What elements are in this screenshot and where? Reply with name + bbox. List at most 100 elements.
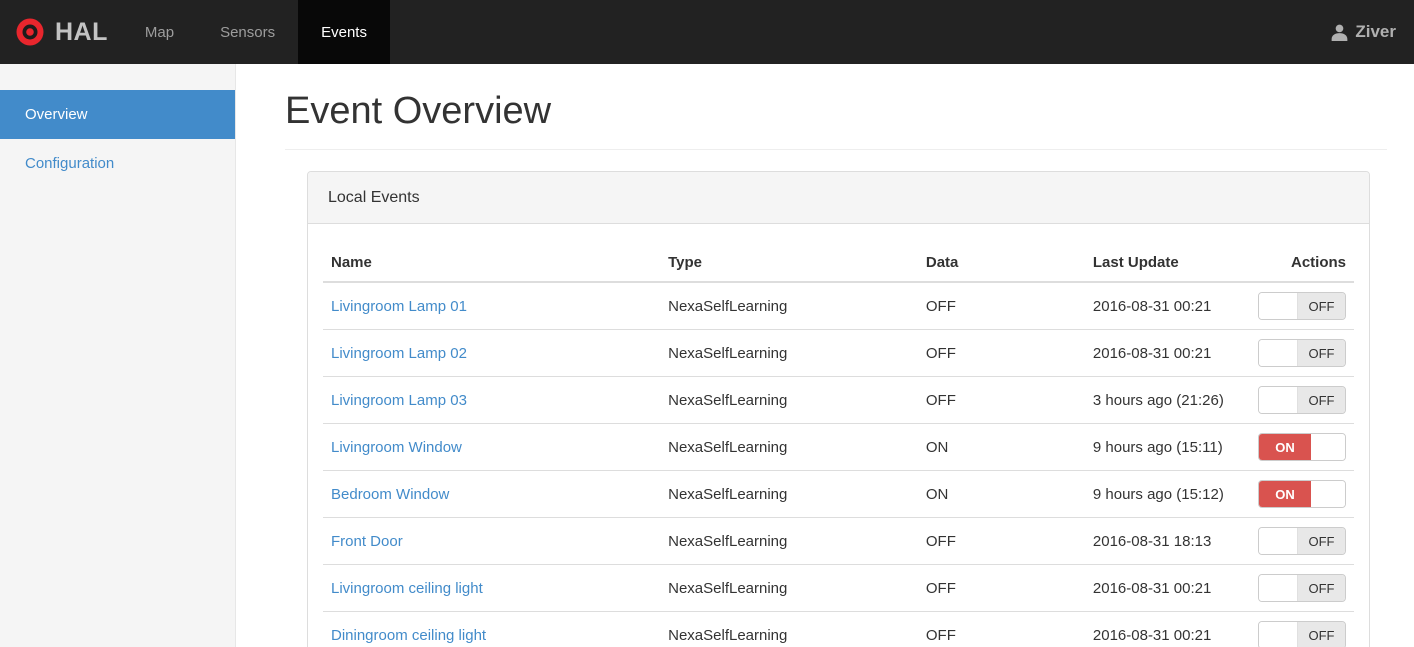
- event-name-link[interactable]: Livingroom Window: [331, 439, 462, 456]
- column-header-last-update: Last Update: [1084, 244, 1249, 283]
- toggle-knob: [1259, 293, 1298, 319]
- toggle-state-label: OFF: [1298, 340, 1345, 366]
- power-toggle[interactable]: OFF: [1258, 621, 1346, 647]
- sidebar: Overview Configuration: [0, 64, 236, 647]
- event-data: ON: [917, 470, 1085, 518]
- event-type: NexaSelfLearning: [660, 611, 918, 647]
- event-name-link[interactable]: Livingroom Lamp 03: [331, 392, 467, 409]
- power-toggle[interactable]: OFF: [1258, 339, 1346, 367]
- table-row: Bedroom Window NexaSelfLearning ON 9 hours …: [323, 470, 1354, 518]
- table-row: Livingroom Lamp 03 NexaSelfLearning OFF 3 h…: [323, 376, 1354, 424]
- toggle-knob: [1311, 434, 1345, 460]
- event-name-cell: Livingroom ceiling light: [323, 564, 661, 612]
- event-actions-cell: OFF: [1248, 517, 1354, 565]
- event-name-link[interactable]: Livingroom ceiling light: [331, 580, 483, 597]
- column-header-data: Data: [917, 244, 1085, 283]
- event-data: OFF: [917, 517, 1085, 565]
- event-name-link[interactable]: Bedroom Window: [331, 486, 449, 503]
- sidebar-item-configuration[interactable]: Configuration: [0, 139, 235, 188]
- event-name-cell: Bedroom Window: [323, 470, 661, 518]
- event-data: OFF: [917, 376, 1085, 424]
- event-last-update: 2016-08-31 00:21: [1084, 329, 1249, 377]
- user-name: Ziver: [1355, 22, 1396, 41]
- event-name-cell: Livingroom Lamp 02: [323, 329, 661, 377]
- power-toggle[interactable]: ON: [1258, 433, 1346, 461]
- toggle-knob: [1311, 481, 1345, 507]
- power-toggle[interactable]: OFF: [1258, 386, 1346, 414]
- event-last-update: 9 hours ago (15:11): [1084, 423, 1249, 471]
- toggle-state-label: OFF: [1298, 622, 1345, 647]
- column-header-actions: Actions: [1248, 244, 1354, 283]
- event-name-cell: Diningroom ceiling light: [323, 611, 661, 647]
- toggle-state-label: ON: [1259, 434, 1311, 460]
- event-last-update: 2016-08-31 00:21: [1084, 281, 1249, 330]
- main-content: Event Overview Local Events Name Type Da…: [236, 64, 1414, 647]
- event-actions-cell: OFF: [1248, 281, 1354, 330]
- event-type: NexaSelfLearning: [660, 517, 918, 565]
- event-name-cell: Livingroom Lamp 03: [323, 376, 661, 424]
- power-toggle[interactable]: ON: [1258, 480, 1346, 508]
- event-name-link[interactable]: Front Door: [331, 533, 403, 550]
- column-header-type: Type: [660, 244, 918, 283]
- events-table: Name Type Data Last Update Actions Livin…: [323, 244, 1354, 647]
- column-header-name: Name: [323, 244, 661, 283]
- navbar-menu: Map Sensors Events: [122, 0, 390, 64]
- table-row: Livingroom ceiling light NexaSelfLearning…: [323, 564, 1354, 612]
- event-last-update: 3 hours ago (21:26): [1084, 376, 1249, 424]
- event-name-link[interactable]: Livingroom Lamp 02: [331, 345, 467, 362]
- user-silhouette-icon: [1331, 24, 1348, 41]
- event-type: NexaSelfLearning: [660, 376, 918, 424]
- event-data: OFF: [917, 329, 1085, 377]
- event-data: ON: [917, 423, 1085, 471]
- sidebar-item-overview[interactable]: Overview: [0, 90, 235, 139]
- local-events-panel: Local Events Name Type Data Last Update …: [307, 171, 1370, 647]
- event-name-cell: Livingroom Window: [323, 423, 661, 471]
- page-title: Event Overview: [285, 90, 552, 132]
- table-row: Livingroom Window NexaSelfLearning ON 9 hou…: [323, 423, 1354, 471]
- nav-item-map[interactable]: Map: [122, 0, 197, 64]
- power-toggle[interactable]: OFF: [1258, 527, 1346, 555]
- panel-body: Name Type Data Last Update Actions Livin…: [308, 224, 1369, 647]
- events-table-body: Livingroom Lamp 01 NexaSelfLearning OFF 201…: [323, 281, 1354, 647]
- event-name-cell: Front Door: [323, 517, 661, 565]
- toggle-knob: [1259, 528, 1298, 554]
- table-row: Livingroom Lamp 02 NexaSelfLearning OFF 201…: [323, 329, 1354, 377]
- toggle-knob: [1259, 340, 1298, 366]
- hal-logo-icon: [15, 17, 45, 47]
- power-toggle[interactable]: OFF: [1258, 292, 1346, 320]
- panel-wrapper: Local Events Name Type Data Last Update …: [307, 171, 1370, 647]
- event-name-link[interactable]: Livingroom Lamp 01: [331, 298, 467, 315]
- table-row: Livingroom Lamp 01 NexaSelfLearning OFF 201…: [323, 281, 1354, 330]
- events-table-head: Name Type Data Last Update Actions: [323, 244, 1354, 283]
- toggle-state-label: OFF: [1298, 575, 1345, 601]
- event-actions-cell: OFF: [1248, 376, 1354, 424]
- event-name-cell: Livingroom Lamp 01: [323, 281, 661, 330]
- toggle-state-label: OFF: [1298, 293, 1345, 319]
- event-last-update: 2016-08-31 18:13: [1084, 517, 1249, 565]
- page-layout: Overview Configuration Event Overview Lo…: [0, 64, 1414, 647]
- table-row: Front Door NexaSelfLearning OFF 2016-08-31 …: [323, 517, 1354, 565]
- top-navbar: HAL Map Sensors Events Ziver: [0, 0, 1414, 64]
- panel-title: Local Events: [308, 172, 1369, 224]
- event-actions-cell: OFF: [1248, 329, 1354, 377]
- event-actions-cell: ON: [1248, 423, 1354, 471]
- event-actions-cell: ON: [1248, 470, 1354, 518]
- nav-item-sensors[interactable]: Sensors: [197, 0, 298, 64]
- toggle-state-label: OFF: [1298, 528, 1345, 554]
- event-data: OFF: [917, 564, 1085, 612]
- nav-item-events[interactable]: Events: [298, 0, 390, 64]
- event-last-update: 2016-08-31 00:21: [1084, 611, 1249, 647]
- title-divider: [285, 149, 1387, 150]
- event-last-update: 2016-08-31 00:21: [1084, 564, 1249, 612]
- user-menu[interactable]: Ziver: [1331, 0, 1414, 64]
- power-toggle[interactable]: OFF: [1258, 574, 1346, 602]
- event-type: NexaSelfLearning: [660, 423, 918, 471]
- event-data: OFF: [917, 611, 1085, 647]
- brand[interactable]: HAL: [0, 0, 122, 64]
- event-data: OFF: [917, 281, 1085, 330]
- event-name-link[interactable]: Diningroom ceiling light: [331, 627, 486, 644]
- event-actions-cell: OFF: [1248, 564, 1354, 612]
- event-type: NexaSelfLearning: [660, 564, 918, 612]
- toggle-state-label: OFF: [1298, 387, 1345, 413]
- table-row: Diningroom ceiling light NexaSelfLearning…: [323, 611, 1354, 647]
